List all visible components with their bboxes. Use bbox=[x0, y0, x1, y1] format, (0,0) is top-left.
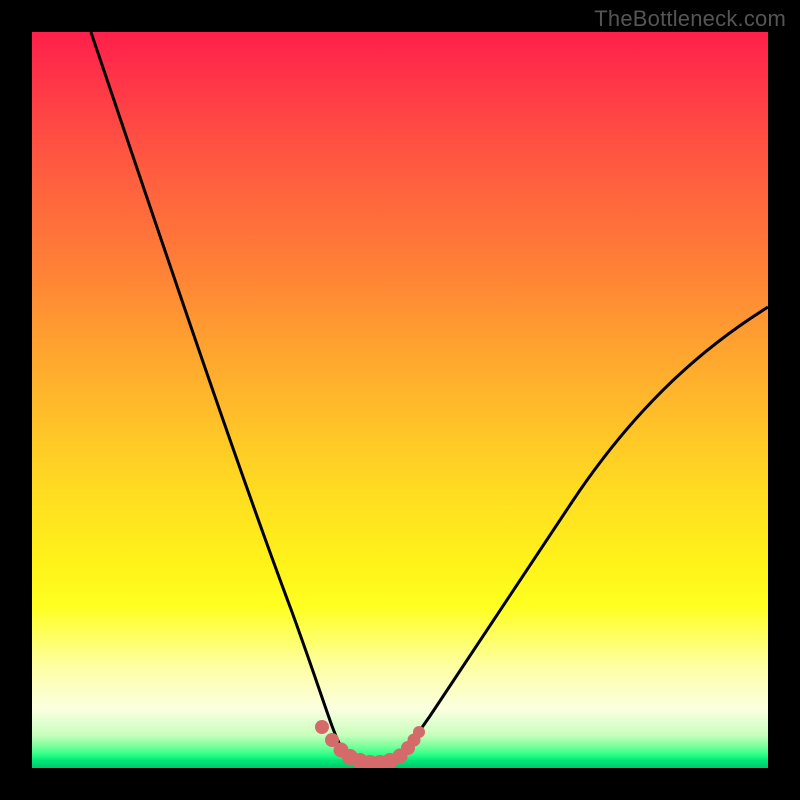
plot-area bbox=[32, 32, 768, 768]
curve-svg bbox=[32, 32, 768, 768]
right-curve bbox=[398, 307, 768, 758]
watermark-text: TheBottleneck.com bbox=[594, 6, 786, 32]
chart-frame: TheBottleneck.com bbox=[0, 0, 800, 800]
left-curve bbox=[91, 32, 348, 758]
